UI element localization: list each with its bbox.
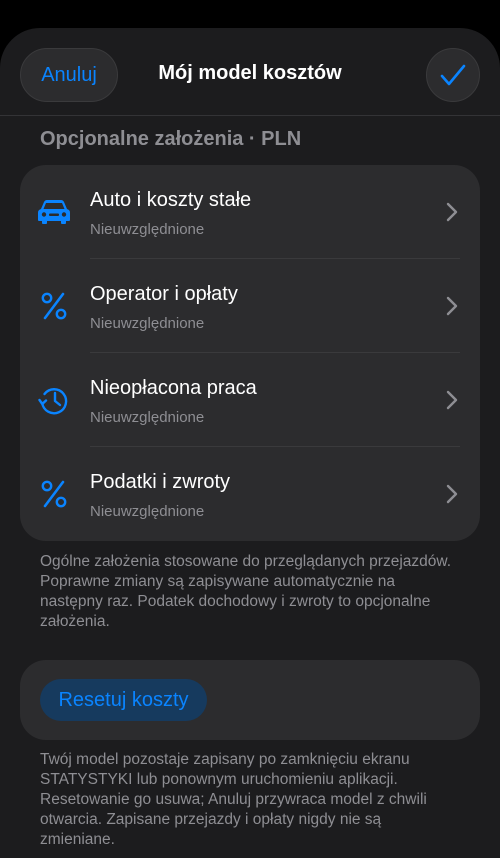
- assumptions-card: Auto i koszty stałe Nieuwzględnione Oper…: [20, 165, 480, 541]
- reset-card: Resetuj koszty: [20, 660, 480, 740]
- chevron-right-icon: [446, 202, 458, 222]
- car-icon: [36, 195, 72, 229]
- item-status: Nieuwzględnione: [90, 503, 205, 520]
- item-label: Nieopłacona praca: [90, 377, 257, 399]
- confirm-button[interactable]: [426, 48, 480, 102]
- checkmark-icon: [440, 64, 466, 86]
- reset-costs-button[interactable]: Resetuj koszty: [40, 679, 207, 721]
- percent-icon: [36, 477, 72, 511]
- item-label: Operator i opłaty: [90, 283, 238, 305]
- history-clock-icon: [36, 383, 72, 417]
- item-status: Nieuwzględnione: [90, 315, 205, 332]
- cost-model-sheet: Anuluj Mój model kosztów Opcjonalne zało…: [0, 28, 500, 858]
- item-label: Podatki i zwroty: [90, 471, 231, 493]
- item-status: Nieuwzględnione: [90, 409, 205, 426]
- assumptions-footnote: Ogólne założenia stosowane do przeglądan…: [40, 553, 452, 630]
- item-label: Auto i koszty stałe: [90, 189, 252, 211]
- page-title: Mój model kosztów: [158, 62, 342, 84]
- item-status: Nieuwzględnione: [90, 221, 205, 238]
- list-item-unpaid-work[interactable]: Nieopłacona praca Nieuwzględnione: [20, 353, 480, 447]
- section-header: Opcjonalne założenia · PLN: [40, 128, 302, 150]
- navigation-bar: Anuluj Mój model kosztów: [0, 28, 500, 116]
- list-item-operator-fees[interactable]: Operator i opłaty Nieuwzględnione: [20, 259, 480, 353]
- chevron-right-icon: [446, 296, 458, 316]
- chevron-right-icon: [446, 390, 458, 410]
- chevron-right-icon: [446, 484, 458, 504]
- list-item-taxes-refunds[interactable]: Podatki i zwroty Nieuwzględnione: [20, 447, 480, 541]
- percent-icon: [36, 289, 72, 323]
- reset-footnote: Twój model pozostaje zapisany po zamknię…: [40, 751, 427, 848]
- list-item-car-fixed-costs[interactable]: Auto i koszty stałe Nieuwzględnione: [20, 165, 480, 259]
